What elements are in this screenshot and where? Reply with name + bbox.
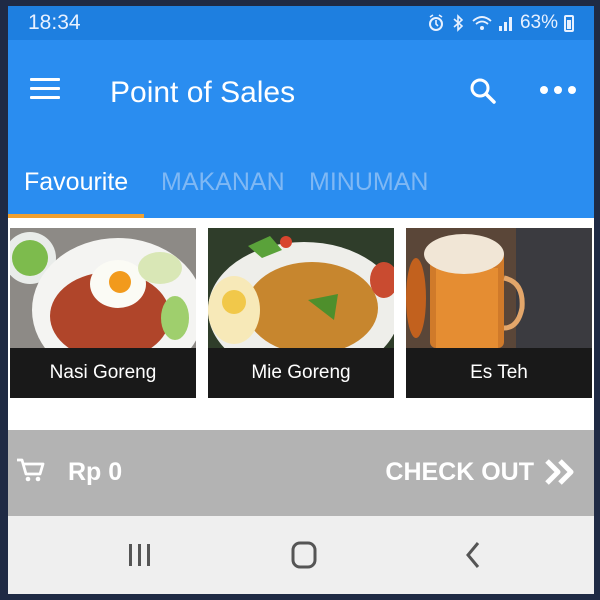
product-name: Mie Goreng [208, 348, 394, 398]
category-tabs: Favourite MAKANAN MINUMAN [8, 160, 594, 218]
back-icon[interactable] [454, 538, 494, 572]
es-teh-image [406, 228, 592, 348]
battery-percent: 63% [519, 12, 558, 33]
tab-minuman[interactable]: MINUMAN [309, 168, 428, 197]
checkout-label: CHECK OUT [385, 457, 534, 486]
recents-icon[interactable] [120, 538, 160, 572]
mie-goreng-image [208, 228, 394, 348]
hamburger-menu-icon[interactable] [30, 78, 60, 102]
product-name: Es Teh [406, 348, 592, 398]
product-card-nasi-goreng[interactable]: Nasi Goreng [10, 228, 196, 398]
product-name: Nasi Goreng [10, 348, 196, 398]
page-title: Point of Sales [110, 76, 296, 109]
checkout-bar: Rp 0 CHECK OUT [8, 430, 594, 516]
status-time: 18:34 [28, 11, 81, 34]
tab-favourite[interactable]: Favourite [24, 168, 128, 197]
battery-icon [564, 14, 574, 32]
checkout-button[interactable]: CHECK OUT [385, 452, 576, 492]
home-icon[interactable] [284, 538, 324, 572]
product-card-mie-goreng[interactable]: Mie Goreng [208, 228, 394, 398]
search-icon[interactable] [468, 76, 498, 106]
signal-icon [498, 17, 512, 31]
status-bar: 18:34 63% [8, 6, 594, 40]
product-card-es-teh[interactable]: Es Teh [406, 228, 592, 398]
nasi-goreng-image [10, 228, 196, 348]
status-icons: 63% [428, 12, 574, 34]
wifi-icon [472, 16, 492, 30]
app-bar: Point of Sales Favourite MAKANAN MINUMAN [8, 40, 594, 218]
phone-screen: 18:34 63% Point of Sales Favourite MAKAN… [8, 6, 594, 594]
double-chevron-right-icon [545, 459, 574, 485]
bluetooth-icon [453, 14, 464, 32]
system-nav-bar [8, 516, 594, 594]
product-grid: Nasi Goreng Mie Goreng Es Teh [8, 218, 594, 430]
alarm-icon [428, 14, 443, 31]
more-horizontal-icon[interactable] [540, 86, 580, 100]
cart-icon [17, 458, 45, 482]
tab-makanan[interactable]: MAKANAN [161, 168, 285, 197]
cart-total: Rp 0 [68, 458, 123, 486]
